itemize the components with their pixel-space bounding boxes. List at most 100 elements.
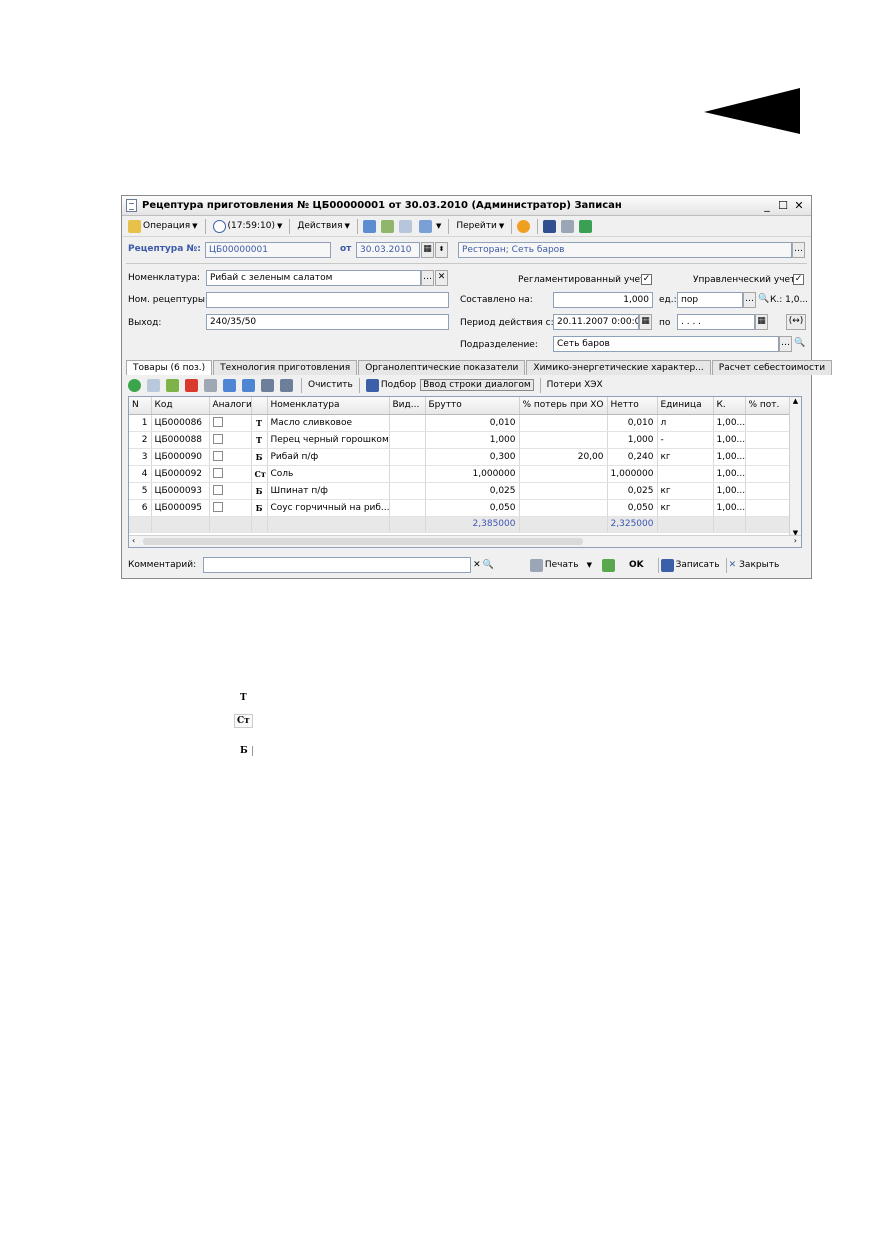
col-brutto[interactable]: Брутто	[425, 397, 520, 415]
period-from-calendar-button[interactable]: ▦	[639, 314, 652, 330]
col-k[interactable]: К.	[713, 397, 746, 415]
analog-checkbox[interactable]	[212, 485, 223, 496]
tab-chemical[interactable]: Химико-энергетические характер...	[526, 360, 711, 375]
search-icon[interactable]: 🔍	[758, 294, 769, 304]
tab-cost[interactable]: Расчет себестоимости	[711, 360, 833, 375]
horizontal-scrollbar[interactable]: ‹ ›	[129, 535, 801, 547]
copy-row-icon[interactable]	[147, 378, 160, 392]
list-icon[interactable]	[561, 219, 575, 233]
nomenclature-select-button[interactable]: …	[421, 270, 434, 286]
col-analogs[interactable]: Аналоги	[209, 397, 252, 415]
close-window-button[interactable]: ✕	[791, 198, 807, 214]
ok-button[interactable]: OK	[629, 560, 644, 570]
move-up-icon[interactable]	[223, 378, 236, 392]
horizontal-scrollbar-thumb[interactable]	[143, 538, 583, 545]
analog-checkbox[interactable]	[212, 451, 223, 462]
analog-checkbox[interactable]	[212, 502, 223, 513]
create-based-button[interactable]: ▼	[417, 218, 443, 235]
recipe-number-field[interactable]: ЦБ00000001	[205, 242, 331, 258]
pick-button[interactable]: Подбор	[381, 380, 416, 390]
tab-technology[interactable]: Технология приготовления	[213, 360, 358, 375]
sort-asc-icon[interactable]	[261, 378, 274, 392]
edit-row-icon[interactable]	[166, 378, 179, 392]
analog-checkbox[interactable]	[212, 417, 223, 428]
minimize-button[interactable]: _	[759, 198, 775, 214]
post-icon[interactable]	[362, 219, 376, 233]
table-row[interactable]: 4 ЦБ000092 Ст Соль 1,000000 1,000000 1,00...	[129, 465, 792, 483]
department-field[interactable]: Сеть баров	[553, 336, 779, 352]
table-row[interactable]: 3 ЦБ000090 Б Рибай п/ф 0,300 20,00 0,240 кг 1,00…	[129, 448, 792, 466]
row-analog-checkbox[interactable]	[209, 448, 252, 466]
department-search-icon[interactable]: 🔍	[794, 338, 805, 348]
department-select-button[interactable]: …	[779, 336, 792, 352]
save-button[interactable]: Записать	[676, 560, 720, 570]
print-button[interactable]: Печать	[545, 560, 579, 570]
calendar-button[interactable]: ▦	[421, 242, 434, 258]
dialog-entry-button[interactable]: Ввод строки диалогом	[420, 379, 534, 391]
restaurant-field[interactable]: Ресторан; Сеть баров	[458, 242, 792, 258]
report-icon[interactable]	[579, 219, 593, 233]
col-loss[interactable]: % потерь при ХО	[519, 397, 608, 415]
comment-field[interactable]	[203, 557, 472, 573]
comment-clear-icon[interactable]: ✕	[473, 560, 481, 570]
unit-field[interactable]: пор	[677, 292, 743, 308]
tab-goods[interactable]: Товары (6 поз.)	[126, 360, 213, 375]
sort-desc-icon[interactable]	[280, 378, 293, 392]
tab-organoleptic[interactable]: Органолептические показатели	[358, 360, 526, 375]
time-button[interactable]: (17:59:10) ▼	[211, 218, 285, 235]
col-n[interactable]: N	[129, 397, 152, 415]
recipe-nom-field[interactable]	[206, 292, 449, 308]
help-icon[interactable]	[517, 219, 531, 233]
period-from-field[interactable]: 20.11.2007 0:00:0	[553, 314, 639, 330]
goto-button[interactable]: Перейти ▼	[454, 218, 506, 235]
delete-row-icon[interactable]	[185, 378, 198, 392]
maximize-button[interactable]: ☐	[775, 198, 791, 214]
col-nomenclature[interactable]: Номенклатура	[267, 397, 390, 415]
table-row[interactable]: 1 ЦБ000086 Т Масло сливковое 0,010 0,010 л 1,00…	[129, 414, 792, 432]
add-row-icon[interactable]	[128, 378, 141, 392]
table-row[interactable]: 2 ЦБ000088 Т Перец черный горошком 1,000 1,00…	[129, 431, 792, 449]
restaurant-select-button[interactable]: …	[792, 242, 805, 258]
col-kind[interactable]: Вид...	[389, 397, 426, 415]
composed-field[interactable]: 1,000	[553, 292, 653, 308]
table-row[interactable]: 5 ЦБ000093 Б Шпинат п/ф 0,025 0,025 кг 1,00...	[129, 482, 792, 500]
period-to-calendar-button[interactable]: ▦	[755, 314, 768, 330]
unit-select-button[interactable]: …	[743, 292, 756, 308]
structure-icon[interactable]	[543, 219, 557, 233]
period-to-field[interactable]: . . . .	[677, 314, 755, 330]
copy-icon[interactable]	[398, 219, 412, 233]
date-spin-button[interactable]: ⬍	[435, 242, 448, 258]
period-toggle-button[interactable]: (↔)	[786, 314, 806, 330]
close-button[interactable]: Закрыть	[739, 560, 779, 570]
analog-checkbox[interactable]	[212, 468, 223, 479]
actions-button[interactable]: Действия ▼	[295, 218, 352, 235]
vertical-scrollbar[interactable]: ▲ ▼	[789, 397, 801, 537]
date-field[interactable]: 30.03.2010	[356, 242, 420, 258]
nomenclature-field[interactable]: Рибай с зеленым салатом	[206, 270, 421, 286]
losses-button[interactable]: Потери ХЭХ	[547, 380, 603, 390]
analog-checkbox[interactable]	[212, 434, 223, 445]
nomenclature-clear-button[interactable]: ✕	[435, 270, 448, 286]
refresh-icon[interactable]	[380, 219, 394, 233]
comment-search-icon[interactable]: 🔍	[483, 560, 494, 570]
row-analog-checkbox[interactable]	[209, 431, 252, 449]
print-menu-icon[interactable]: ▼	[587, 561, 592, 569]
col-netto[interactable]: Нетто	[607, 397, 658, 415]
output-field[interactable]: 240/35/50	[206, 314, 449, 330]
post-document-icon[interactable]	[601, 558, 615, 572]
col-code[interactable]: Код	[151, 397, 210, 415]
operation-button[interactable]: Операция ▼	[126, 218, 200, 235]
col-mark[interactable]	[251, 397, 268, 415]
mgmt-accounting-checkbox[interactable]: ✓	[793, 274, 804, 285]
row-analog-checkbox[interactable]	[209, 482, 252, 500]
row-analog-checkbox[interactable]	[209, 414, 252, 432]
col-unit[interactable]: Единица	[657, 397, 714, 415]
move-down-icon[interactable]	[242, 378, 255, 392]
table-row[interactable]: 6 ЦБ000095 Б Соус горчичный на риб... 0,050 0…	[129, 499, 792, 517]
col-loss-pct[interactable]: % пот.	[745, 397, 792, 415]
regl-accounting-checkbox[interactable]: ✓	[641, 274, 652, 285]
save-row-icon[interactable]	[204, 378, 217, 392]
row-analog-checkbox[interactable]	[209, 499, 252, 517]
clear-button[interactable]: Очистить	[308, 380, 353, 390]
row-analog-checkbox[interactable]	[209, 465, 252, 483]
